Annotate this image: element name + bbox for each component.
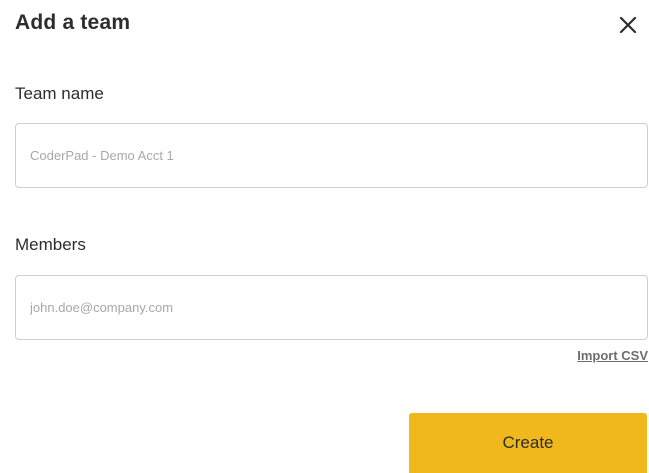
dialog-title: Add a team <box>15 11 131 34</box>
team-name-label: Team name <box>15 84 104 103</box>
import-csv-link[interactable]: Import CSV <box>577 348 648 363</box>
team-name-input[interactable] <box>15 123 648 188</box>
members-input[interactable] <box>15 275 648 340</box>
members-label: Members <box>15 235 86 254</box>
add-team-dialog: Add a team Team name Members Import CSV … <box>0 0 649 473</box>
close-icon <box>619 16 637 34</box>
create-button[interactable]: Create <box>409 413 647 473</box>
close-button[interactable] <box>617 14 639 36</box>
